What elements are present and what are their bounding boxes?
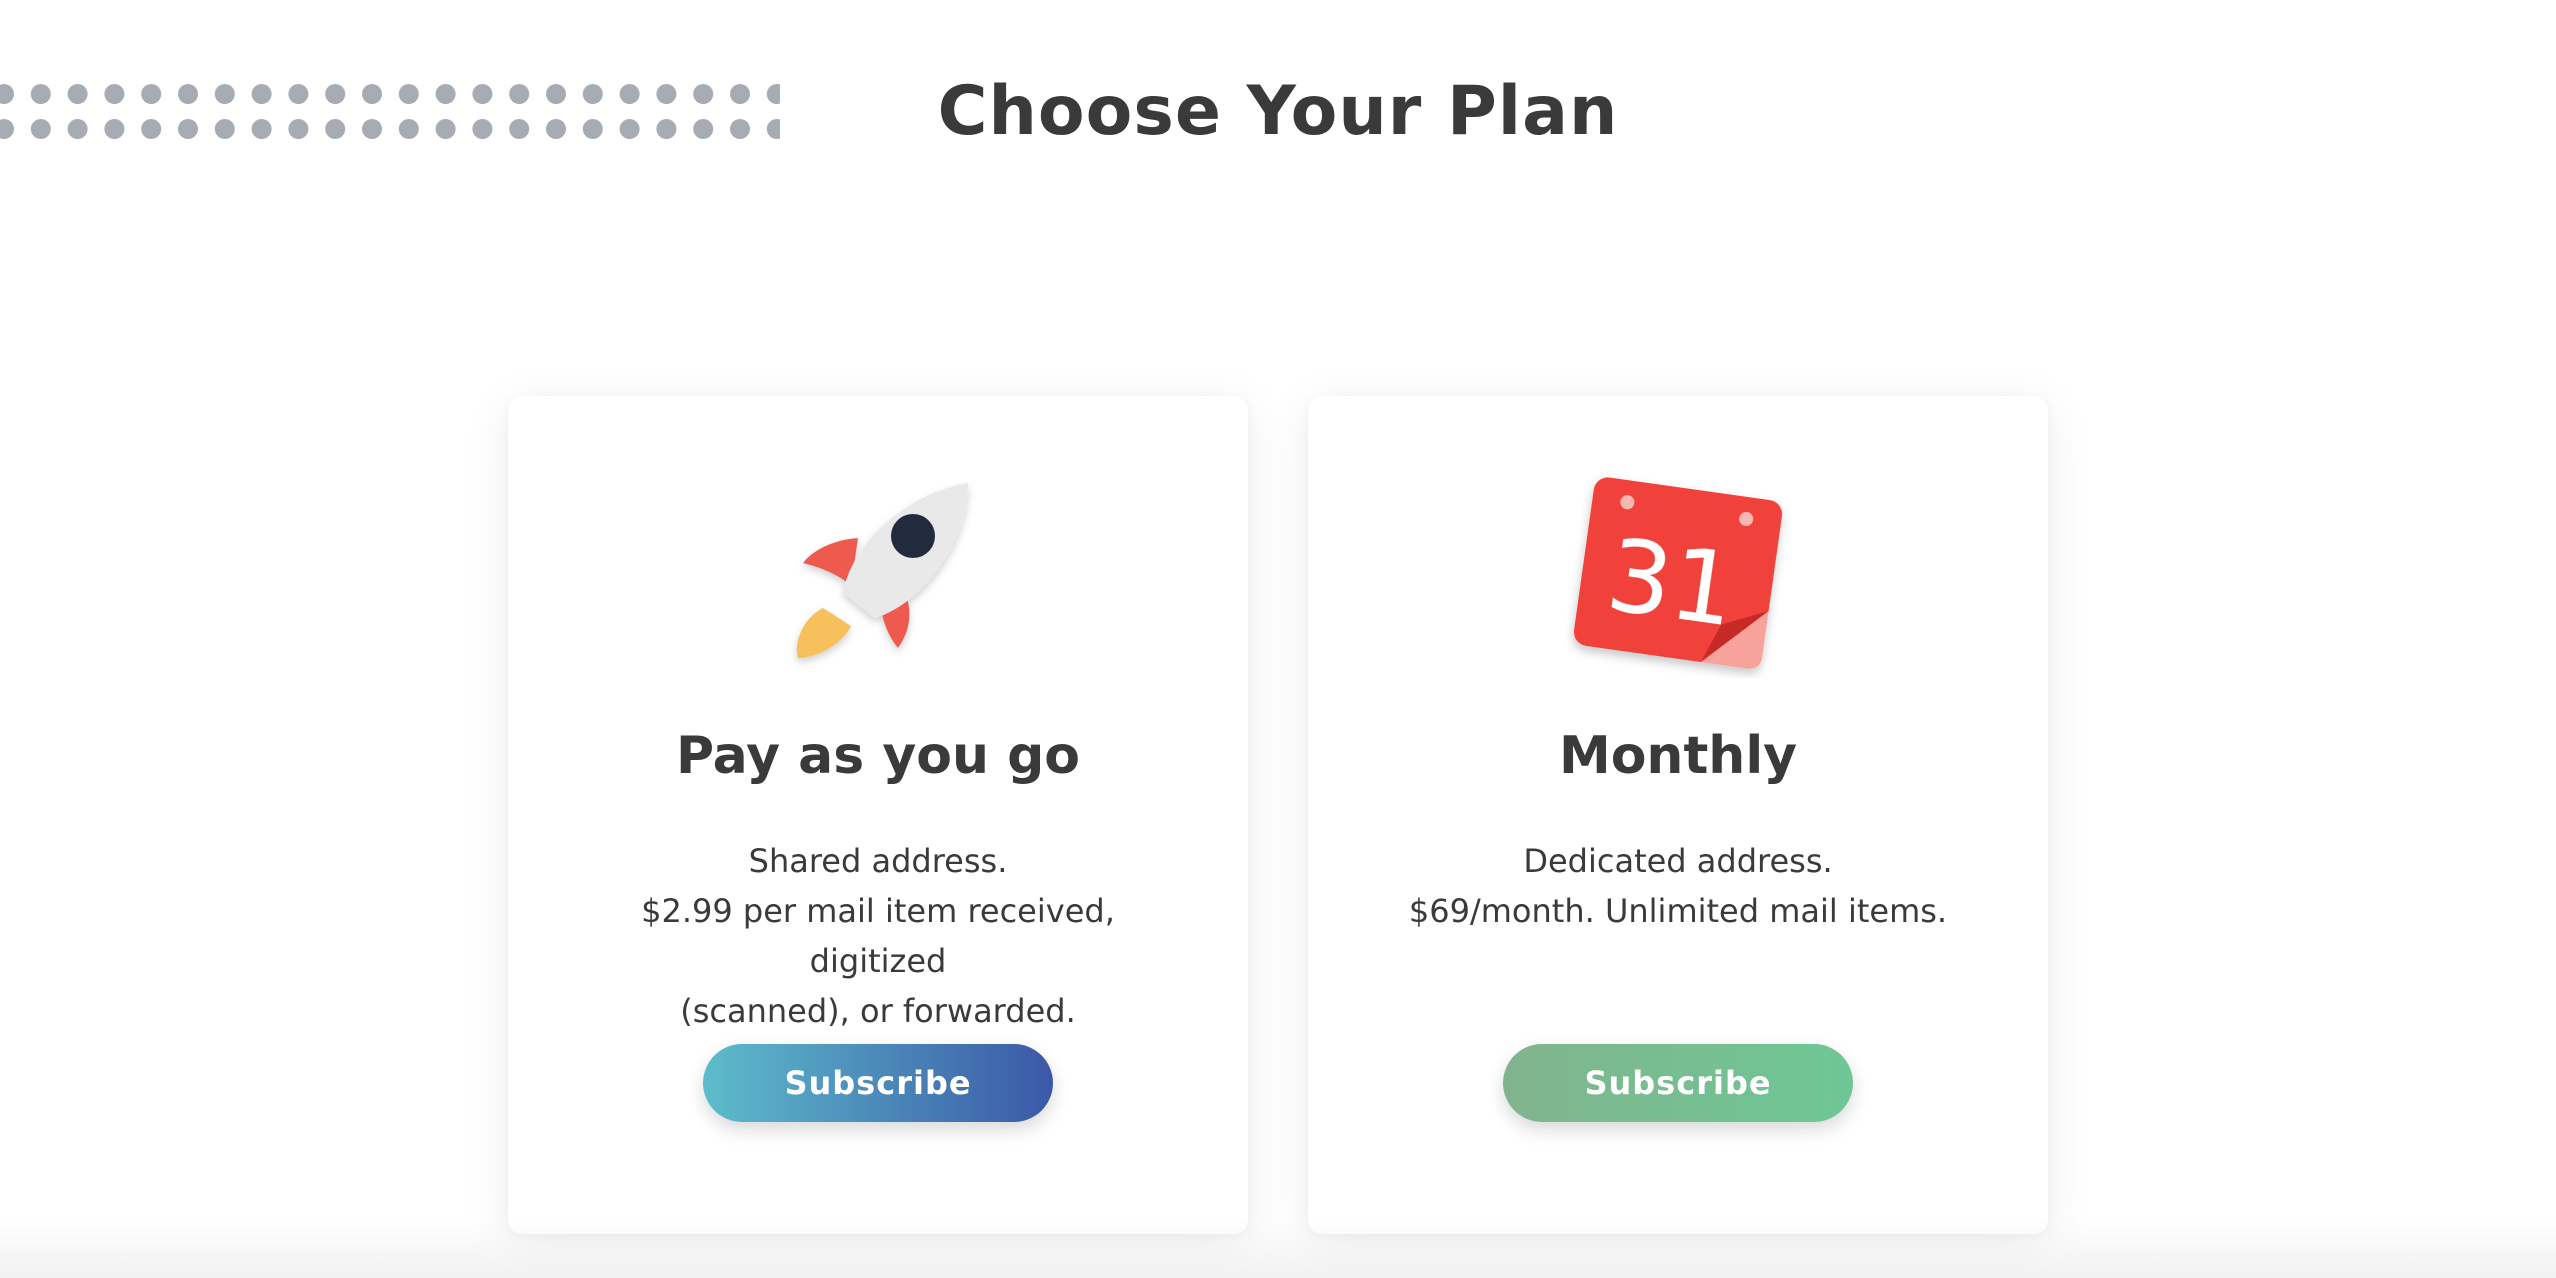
subscribe-button-pay-as-you-go[interactable]: Subscribe: [703, 1044, 1053, 1122]
plan-description-line: $2.99 per mail item received, digitized: [641, 892, 1115, 980]
plan-description: Dedicated address. $69/month. Unlimited …: [1368, 836, 1988, 936]
plan-description-line: Dedicated address.: [1523, 842, 1833, 880]
calendar-icon: 31: [1563, 468, 1793, 678]
plan-card-monthly: 31 Monthly Dedicated address. $69/month.…: [1308, 396, 2048, 1234]
subscribe-button-monthly[interactable]: Subscribe: [1503, 1044, 1853, 1122]
page-title: Choose Your Plan: [937, 72, 1619, 151]
plan-description-line: (scanned), or forwarded.: [680, 992, 1076, 1030]
plan-title: Monthly: [1558, 726, 1798, 786]
plan-title: Pay as you go: [675, 726, 1081, 786]
calendar-day-number: 31: [1600, 516, 1742, 650]
plan-description-line: Shared address.: [748, 842, 1008, 880]
plan-description: Shared address. $2.99 per mail item rece…: [568, 836, 1188, 1036]
plan-card-pay-as-you-go: Pay as you go Shared address. $2.99 per …: [508, 396, 1248, 1234]
rocket-icon: [763, 468, 993, 678]
plan-description-line: $69/month. Unlimited mail items.: [1408, 892, 1948, 930]
bottom-fade: [0, 1218, 2556, 1278]
pricing-page: Choose Your Plan Pay as you go Shared ad…: [0, 0, 2556, 1278]
